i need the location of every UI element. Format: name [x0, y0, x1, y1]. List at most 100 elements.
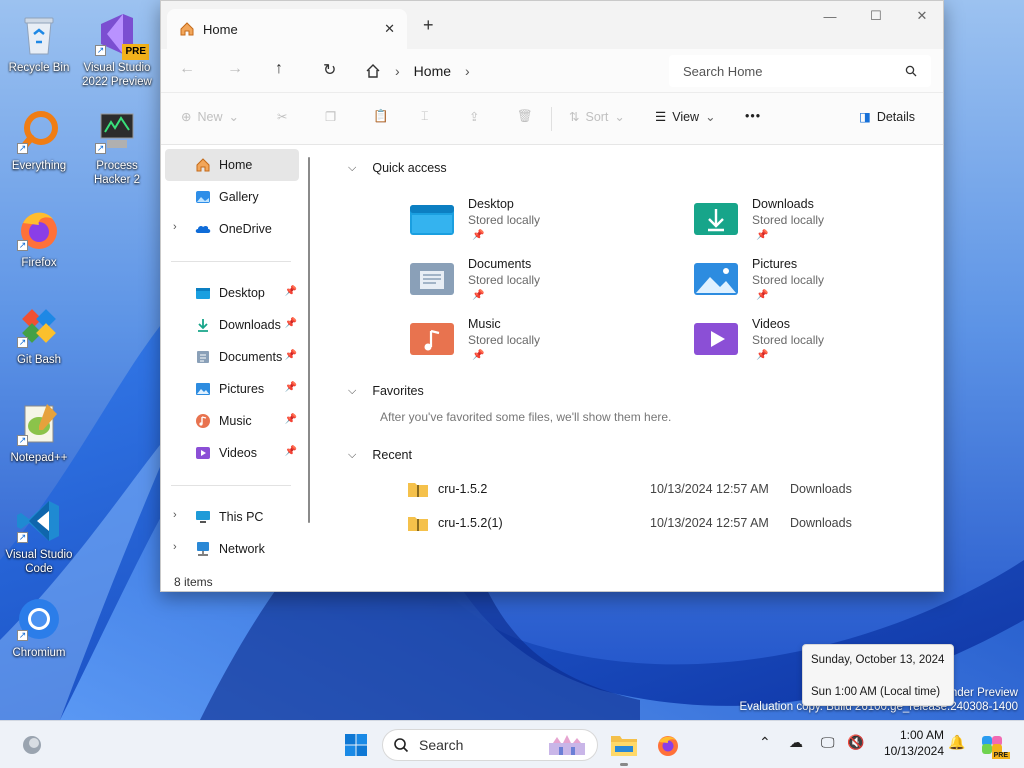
nav-item-music[interactable]: Music 📌: [165, 405, 299, 437]
desktop-icon-visual-studio[interactable]: PRE ↗ Visual Studio 2022 Preview: [78, 10, 156, 89]
search-icon: [905, 65, 917, 77]
taskbar-firefox[interactable]: [652, 729, 684, 761]
nav-item-network[interactable]: › Network: [165, 533, 299, 565]
file-explorer-icon: [611, 736, 637, 756]
desktop-icon-notepad-plus-plus[interactable]: ↗ Notepad++: [0, 400, 78, 465]
pictures-folder-icon: [694, 263, 738, 295]
notifications-bell-icon[interactable]: 🔔: [948, 734, 965, 751]
navigation-pane: Home Gallery › OneDrive Desktop 📌 Downlo…: [161, 145, 311, 569]
address-bar-row: ← → ↑ ↻ › Home › Search Home: [161, 49, 943, 93]
nav-item-pictures[interactable]: Pictures 📌: [165, 373, 299, 405]
everything-search-icon: ↗: [15, 108, 63, 156]
desktop-folder-icon: [410, 205, 454, 235]
desktop-icon-chromium[interactable]: ↗ Chromium: [0, 595, 78, 660]
delete-button[interactable]: 🗑: [517, 109, 533, 124]
up-arrow-icon[interactable]: ↑: [275, 60, 283, 78]
nav-item-home[interactable]: Home: [165, 149, 299, 181]
desktop-icon-everything[interactable]: ↗ Everything: [0, 108, 78, 173]
home-outline-icon: [366, 64, 380, 78]
desktop-icon-process-hacker[interactable]: ↗ Process Hacker 2: [78, 108, 156, 187]
chevron-down-icon: ⌄: [228, 110, 239, 124]
new-button[interactable]: ⊕ New ⌄: [181, 109, 239, 125]
onedrive-status-icon[interactable]: ☁: [789, 734, 803, 751]
this-pc-icon: [196, 511, 210, 523]
volume-muted-icon[interactable]: 🔇: [847, 734, 864, 751]
chevron-right-icon[interactable]: ›: [173, 509, 177, 521]
breadcrumb-chevron-icon[interactable]: ›: [465, 63, 470, 79]
copy-button[interactable]: ❐: [325, 109, 336, 124]
shortcut-arrow-icon: ↗: [17, 143, 28, 154]
trash-icon: 🗑: [517, 109, 533, 123]
section-header-quick-access[interactable]: ⌵ Quick access: [348, 161, 447, 175]
scissors-icon: ✂: [277, 110, 288, 124]
nav-item-downloads[interactable]: Downloads 📌: [165, 309, 299, 341]
downloads-icon: [198, 319, 208, 332]
nav-item-videos[interactable]: Videos 📌: [165, 437, 299, 469]
details-pane-button[interactable]: ◨ Details: [859, 109, 915, 125]
copilot-button[interactable]: PRE: [976, 729, 1010, 761]
recent-file-row[interactable]: cru-1.5.2 10/13/2024 12:57 AM Downloads: [408, 475, 878, 505]
plus-circle-icon: ⊕: [181, 110, 192, 124]
view-button[interactable]: ☰ View ⌄: [655, 109, 716, 125]
cut-button[interactable]: ✂: [277, 109, 287, 124]
quick-access-pictures[interactable]: Pictures Stored locally 📌: [694, 257, 943, 311]
chevron-down-icon: ⌄: [705, 110, 716, 124]
chevron-right-icon[interactable]: ›: [173, 541, 177, 553]
desktop-icon-recycle-bin[interactable]: Recycle Bin: [0, 10, 78, 75]
search-input[interactable]: Search Home: [669, 55, 931, 87]
pin-icon: 📌: [472, 230, 485, 241]
nav-item-documents[interactable]: Documents 📌: [165, 341, 299, 373]
navigation-scrollbar[interactable]: [308, 157, 310, 523]
close-tab-icon[interactable]: ✕: [384, 21, 395, 37]
taskbar-clock[interactable]: 1:00 AM 10/13/2024: [874, 727, 944, 759]
pin-icon: 📌: [756, 230, 769, 241]
close-window-button[interactable]: ✕: [899, 5, 943, 27]
recent-file-row[interactable]: cru-1.5.2(1) 10/13/2024 12:57 AM Downloa…: [408, 509, 878, 539]
rename-button[interactable]: ⌶: [421, 109, 429, 124]
quick-access-music[interactable]: Music Stored locally 📌: [410, 317, 670, 371]
quick-access-videos[interactable]: Videos Stored locally 📌: [694, 317, 943, 371]
nav-item-this-pc[interactable]: › This PC: [165, 501, 299, 533]
share-button[interactable]: ⇪: [469, 109, 479, 124]
git-bash-icon: ↗: [15, 302, 63, 350]
forward-arrow-icon[interactable]: →: [227, 60, 243, 78]
nav-item-gallery[interactable]: Gallery: [165, 181, 299, 213]
show-hidden-icons-chevron-icon[interactable]: ⌃: [759, 734, 771, 751]
desktop-icon-git-bash[interactable]: ↗ Git Bash: [0, 302, 78, 367]
section-header-favorites[interactable]: ⌵ Favorites: [348, 384, 424, 398]
sort-button[interactable]: ⇅ Sort ⌄: [569, 109, 625, 125]
breadcrumb[interactable]: › Home ›: [359, 55, 659, 87]
onedrive-icon: [195, 225, 211, 233]
file-explorer-window[interactable]: Home ✕ + — ☐ ✕ ← → ↑ ↻ › Home › Search H…: [160, 0, 944, 592]
breadcrumb-home[interactable]: Home: [414, 63, 451, 79]
clipboard-icon: 📋: [373, 109, 389, 123]
taskbar-search-box[interactable]: Search: [382, 729, 598, 761]
desktop-icon-vscode[interactable]: ↗ Visual Studio Code: [0, 497, 78, 576]
start-button[interactable]: [340, 729, 372, 761]
quick-access-downloads[interactable]: Downloads Stored locally 📌: [694, 197, 943, 251]
taskbar-file-explorer[interactable]: [608, 729, 640, 761]
search-icon: [394, 738, 409, 753]
title-bar[interactable]: Home ✕ + — ☐ ✕: [161, 1, 943, 49]
more-options-button[interactable]: •••: [745, 109, 761, 123]
separator: [551, 107, 552, 131]
quick-access-documents[interactable]: Documents Stored locally 📌: [410, 257, 670, 311]
tab-home[interactable]: Home ✕: [167, 9, 407, 49]
widgets-button[interactable]: [16, 729, 48, 761]
chevron-right-icon[interactable]: ›: [173, 221, 177, 233]
quick-access-desktop[interactable]: Desktop Stored locally 📌: [410, 197, 670, 251]
maximize-button[interactable]: ☐: [853, 5, 899, 27]
back-arrow-icon[interactable]: ←: [179, 60, 195, 78]
visual-studio-icon: PRE ↗: [93, 10, 149, 60]
nav-item-onedrive[interactable]: › OneDrive: [165, 213, 299, 245]
view-list-icon: ☰: [655, 110, 667, 124]
section-header-recent[interactable]: ⌵ Recent: [348, 448, 412, 462]
paste-button[interactable]: 📋: [373, 109, 389, 124]
pin-icon: 📌: [472, 290, 485, 301]
network-status-icon[interactable]: 🖵: [821, 734, 835, 751]
new-tab-button[interactable]: +: [423, 15, 434, 36]
minimize-button[interactable]: —: [807, 5, 853, 27]
desktop-icon-firefox[interactable]: ↗ Firefox: [0, 205, 78, 270]
nav-item-desktop[interactable]: Desktop 📌: [165, 277, 299, 309]
refresh-icon[interactable]: ↻: [323, 60, 336, 80]
